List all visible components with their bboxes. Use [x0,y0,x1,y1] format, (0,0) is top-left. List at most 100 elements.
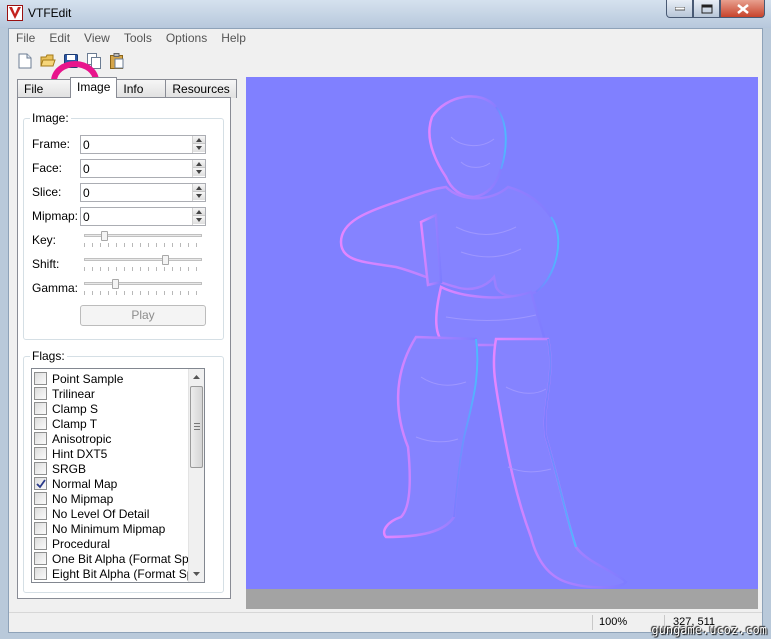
menu-view[interactable]: View [77,31,117,45]
face-value[interactable]: 0 [83,162,90,176]
flag-item[interactable]: SRGB [34,461,86,476]
menu-options[interactable]: Options [159,31,214,45]
chevron-up-icon [193,375,200,379]
key-label: Key: [32,233,57,247]
flag-item[interactable]: One Bit Alpha (Format Spec [34,551,201,566]
flag-checkbox[interactable] [34,552,47,565]
image-tab-panel: Image: Frame: 0 Face: 0 Slice: 0 Mipmap:… [17,97,231,599]
flag-label: Normal Map [52,476,118,491]
flag-item[interactable]: Normal Map [34,476,117,491]
paste-button[interactable] [105,50,128,72]
mipmap-down-button[interactable] [193,216,205,224]
flag-checkbox[interactable] [34,492,47,505]
mipmap-up-button[interactable] [193,208,205,216]
texture-preview[interactable] [246,77,758,589]
flag-label: Clamp S [52,401,99,416]
flag-item[interactable]: Hint DXT5 [34,446,107,461]
play-button[interactable]: Play [80,305,206,326]
slice-up-button[interactable] [193,184,205,192]
frame-stepper[interactable]: 0 [80,135,206,154]
flags-list[interactable]: Point Sample Trilinear Clamp S Clamp T Aniso… [31,368,205,583]
image-group: Image: Frame: 0 Face: 0 Slice: 0 Mipmap:… [23,111,224,340]
gamma-slider[interactable] [84,279,204,295]
slice-label: Slice: [32,185,62,199]
tab-resources[interactable]: Resources [165,79,237,98]
face-spin-buttons [192,160,205,177]
flag-checkbox[interactable] [34,567,47,580]
maximize-button[interactable] [693,0,720,18]
menu-file[interactable]: File [9,31,42,45]
flag-item[interactable]: Eight Bit Alpha (Format Spe [34,566,200,581]
face-stepper[interactable]: 0 [80,159,206,178]
gamma-slider-thumb[interactable] [112,279,119,289]
face-up-button[interactable] [193,160,205,168]
flag-checkbox[interactable] [34,372,47,385]
tab-image[interactable]: Image [70,77,118,98]
shift-slider-ticks [84,267,202,271]
flag-checkbox[interactable] [34,507,47,520]
slice-value[interactable]: 0 [83,186,90,200]
tab-info[interactable]: Info [116,79,167,98]
tab-strip: File System Image Info Resources [17,77,237,110]
menu-edit[interactable]: Edit [42,31,77,45]
frame-value[interactable]: 0 [83,138,90,152]
flag-item[interactable]: Trilinear [34,386,95,401]
flag-item[interactable]: Clamp S [34,401,98,416]
face-down-button[interactable] [193,168,205,176]
shift-label: Shift: [32,257,60,271]
flag-checkbox[interactable] [34,432,47,445]
scroll-down-button[interactable] [189,566,204,582]
scroll-up-button[interactable] [189,369,204,385]
left-panel: File System Image Info Resources Image: … [17,77,237,599]
flag-item[interactable]: Clamp T [34,416,97,431]
title-bar[interactable]: VTFEdit [0,0,771,28]
flag-item[interactable]: Procedural [34,536,110,551]
flag-checkbox[interactable] [34,387,47,400]
frame-up-button[interactable] [193,136,205,144]
mipmap-label: Mipmap: [32,209,79,223]
flag-checkbox[interactable] [34,462,47,475]
flag-label: Anisotropic [52,431,112,446]
shift-slider[interactable] [84,255,204,271]
flag-item[interactable]: No Minimum Mipmap [34,521,165,536]
flag-checkbox[interactable] [34,402,47,415]
minimize-button[interactable] [666,0,693,18]
flag-checkbox[interactable] [34,417,47,430]
flag-item[interactable]: Point Sample [34,371,123,386]
open-folder-icon [39,54,56,67]
flag-label: No Mipmap [52,491,114,506]
flag-item[interactable]: Anisotropic [34,431,111,446]
flag-checkbox[interactable] [34,477,47,490]
key-slider[interactable] [84,231,204,247]
close-button[interactable] [720,0,765,18]
gamma-label: Gamma: [32,281,79,295]
flag-checkbox[interactable] [34,522,47,535]
frame-down-button[interactable] [193,144,205,152]
scroll-thumb[interactable] [190,386,203,468]
face-label: Face: [32,161,63,175]
flags-scrollbar[interactable] [188,369,204,582]
slice-down-button[interactable] [193,192,205,200]
window-title: VTFEdit [28,6,72,20]
menu-help[interactable]: Help [214,31,253,45]
flag-item[interactable]: No Level Of Detail [34,506,149,521]
window-controls [666,0,765,20]
toolbar [9,48,762,101]
flag-checkbox[interactable] [34,537,47,550]
flag-checkbox[interactable] [34,447,47,460]
gamma-slider-ticks [84,291,202,295]
flag-item[interactable]: No Mipmap [34,491,113,506]
checkmark-icon [36,479,46,489]
menu-tools[interactable]: Tools [117,31,159,45]
mipmap-stepper[interactable]: 0 [80,207,206,226]
shift-slider-thumb[interactable] [162,255,169,265]
tab-file-system[interactable]: File System [17,79,72,110]
new-file-button[interactable] [13,50,36,72]
status-separator [592,615,593,630]
client-area: File Edit View Tools Options Help File I… [8,28,763,633]
mipmap-value[interactable]: 0 [83,210,90,224]
slice-stepper[interactable]: 0 [80,183,206,202]
frame-spin-buttons [192,136,205,153]
key-slider-thumb[interactable] [101,231,108,241]
app-logo-icon [7,5,23,21]
